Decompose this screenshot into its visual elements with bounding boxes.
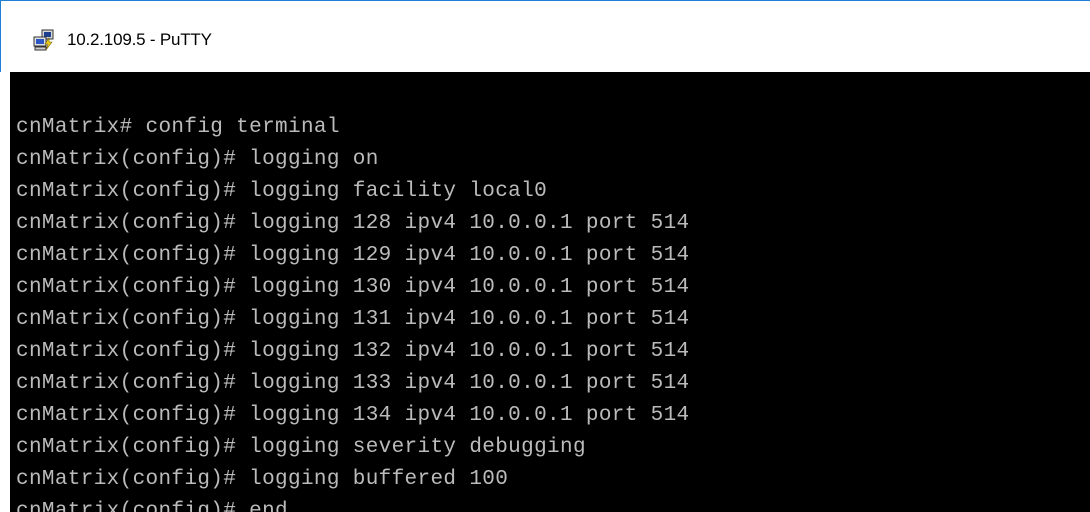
- window-title: 10.2.109.5 - PuTTY: [67, 30, 212, 49]
- terminal-line: cnMatrix(config)# end: [16, 500, 288, 512]
- terminal-line: cnMatrix(config)# logging on: [16, 148, 379, 171]
- terminal-line: cnMatrix(config)# logging 128 ipv4 10.0.…: [16, 212, 690, 235]
- terminal-line: cnMatrix(config)# logging 130 ipv4 10.0.…: [16, 276, 690, 299]
- terminal-line: cnMatrix(config)# logging 131 ipv4 10.0.…: [16, 308, 690, 331]
- terminal-line: cnMatrix(config)# logging 134 ipv4 10.0.…: [16, 404, 690, 427]
- title-bar[interactable]: 10.2.109.5 - PuTTY: [0, 0, 1090, 72]
- putty-window: 10.2.109.5 - PuTTY cnMatrix# config term…: [0, 0, 1090, 512]
- putty-icon[interactable]: [33, 29, 55, 51]
- terminal-line: cnMatrix(config)# logging 133 ipv4 10.0.…: [16, 372, 690, 395]
- terminal-line: cnMatrix(config)# logging severity debug…: [16, 436, 586, 459]
- terminal-line: cnMatrix(config)# logging buffered 100: [16, 468, 509, 491]
- terminal-line: cnMatrix(config)# logging facility local…: [16, 180, 548, 203]
- terminal-line: cnMatrix# config terminal: [16, 116, 340, 139]
- terminal-screen[interactable]: cnMatrix# config terminal cnMatrix(config…: [10, 72, 1090, 512]
- terminal-line: cnMatrix(config)# logging 129 ipv4 10.0.…: [16, 244, 690, 267]
- terminal-line: cnMatrix(config)# logging 132 ipv4 10.0.…: [16, 340, 690, 363]
- terminal-output: cnMatrix# config terminal cnMatrix(config…: [16, 112, 690, 512]
